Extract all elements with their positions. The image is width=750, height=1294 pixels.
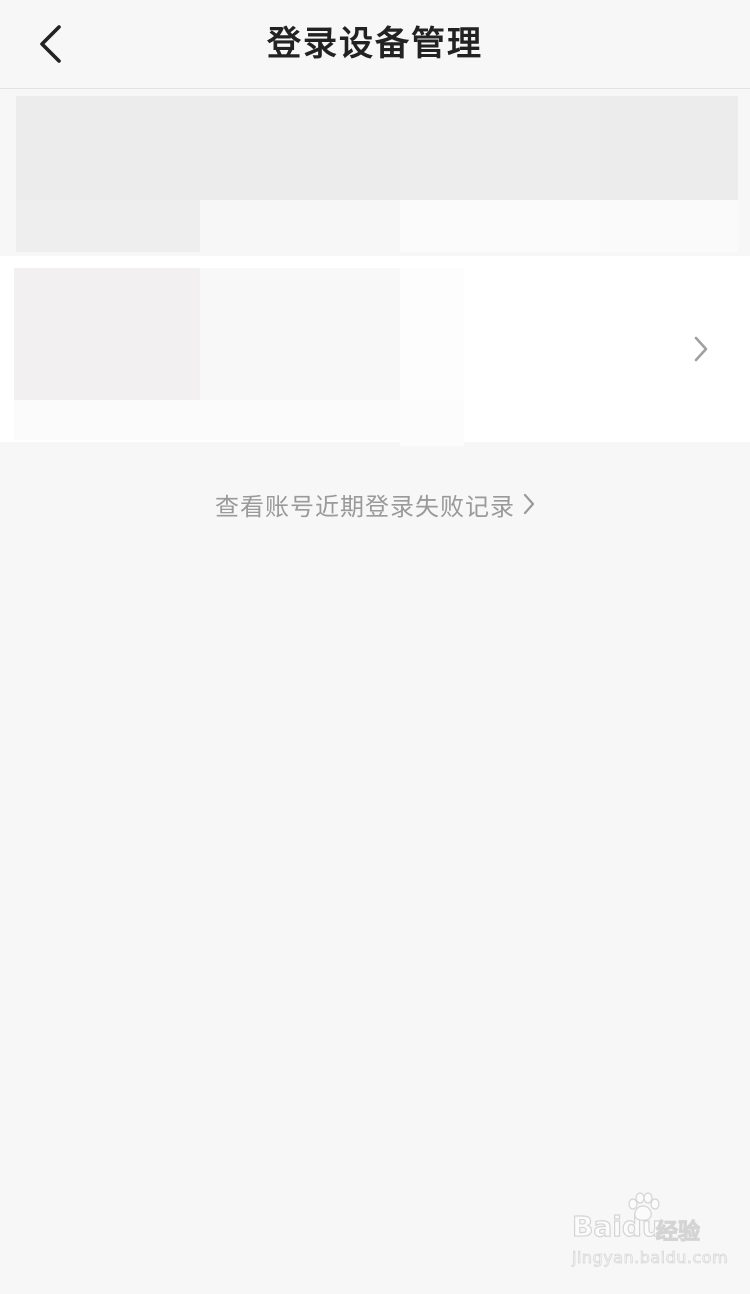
baidu-jingyan-watermark: Baidu 经验 jingyan.baidu.com (571, 1192, 728, 1270)
page-title: 登录设备管理 (267, 24, 483, 64)
watermark-url: jingyan.baidu.com (572, 1248, 729, 1268)
chevron-right-icon (694, 336, 708, 362)
device-list-item[interactable] (0, 256, 750, 446)
device-thumbnail-blurred (14, 268, 200, 400)
nav-header: 登录设备管理 (0, 0, 750, 89)
failed-login-records-link[interactable]: 查看账号近期登录失败记录 (0, 484, 750, 524)
device-info-blurred-bottom (14, 400, 400, 440)
paw-icon (628, 1192, 660, 1221)
row-chevron (686, 334, 716, 364)
device-info-blurred-edge (400, 268, 464, 400)
watermark-cn: 经验 (655, 1220, 701, 1246)
device-info-blurred-bottom-edge (400, 400, 464, 446)
device-info-blurred (200, 268, 400, 400)
chevron-right-icon (523, 493, 535, 515)
device-card-blurred (16, 96, 738, 252)
failed-login-records-label: 查看账号近期登录失败记录 (215, 492, 515, 521)
